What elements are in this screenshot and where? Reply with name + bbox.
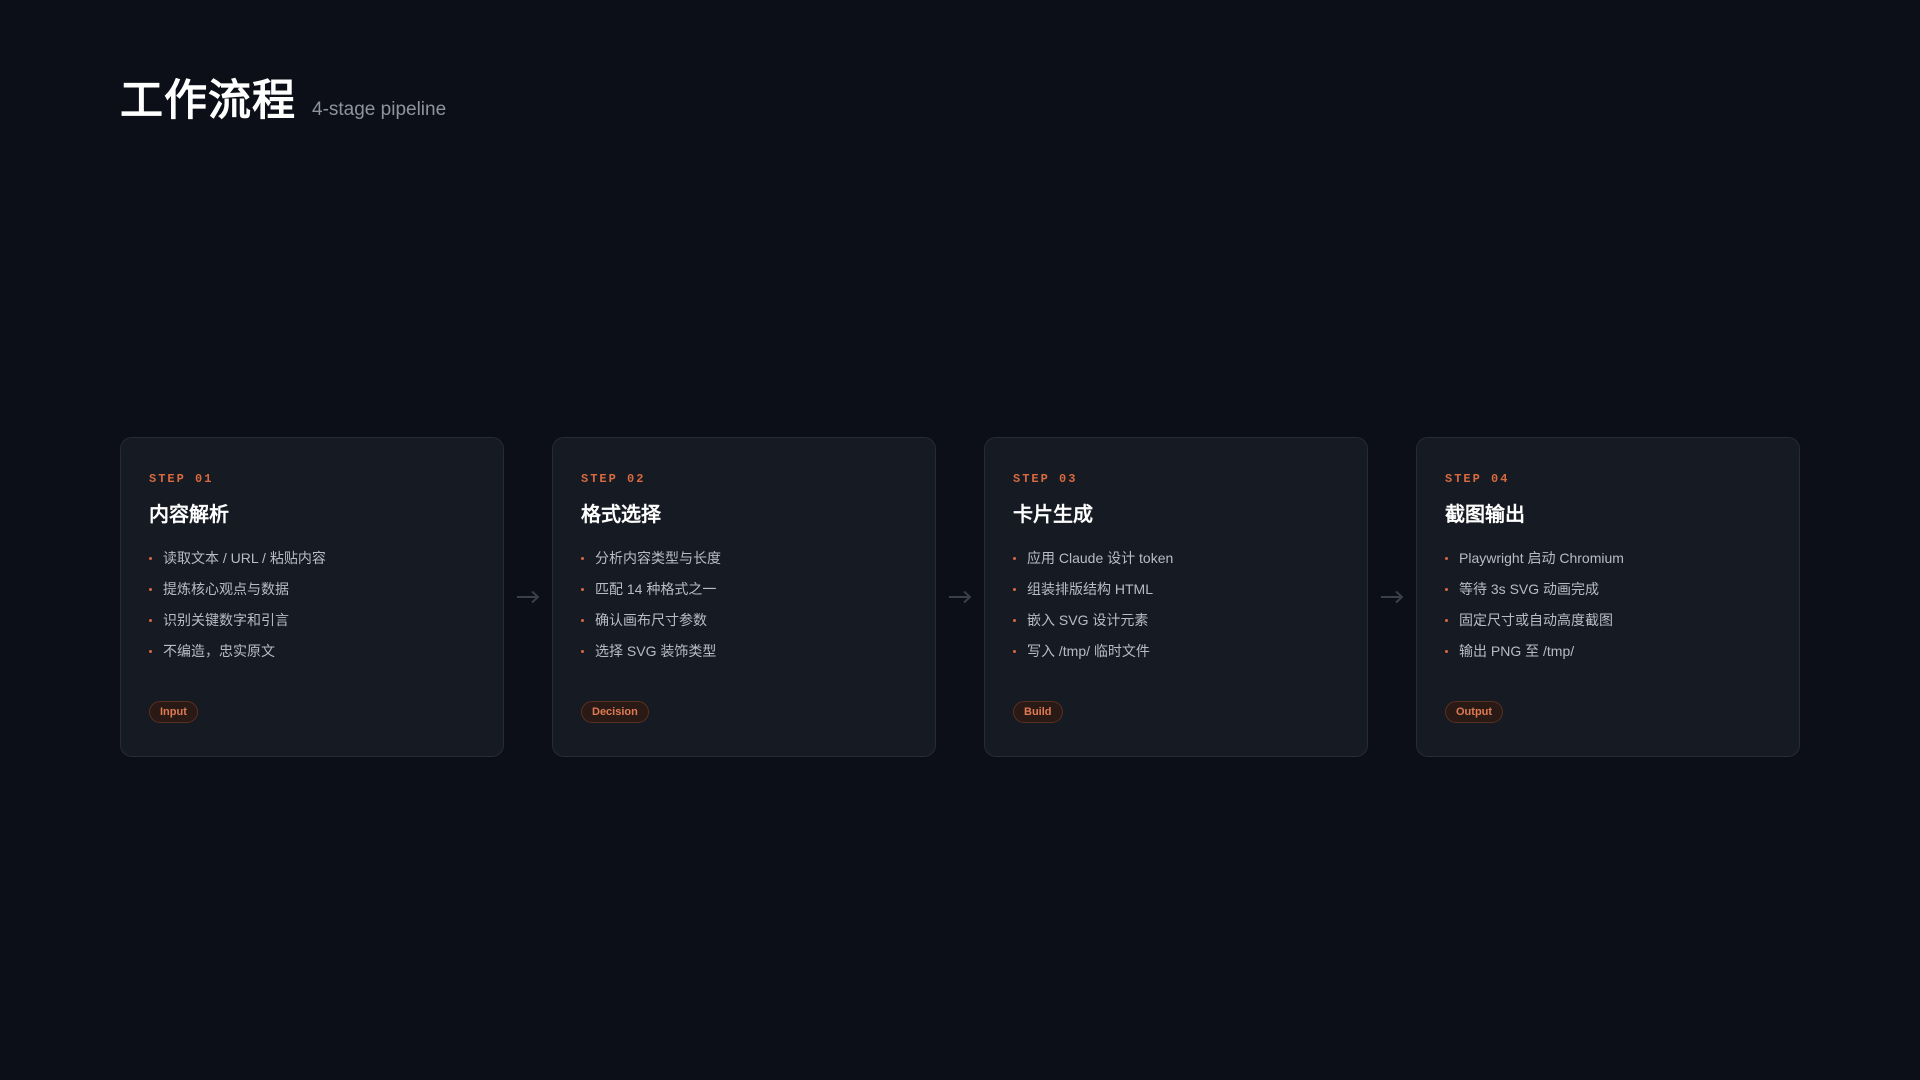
list-item-text: 识别关键数字和引言 <box>163 612 289 628</box>
step-tag: Decision <box>581 701 649 723</box>
step-tag: Output <box>1445 701 1504 723</box>
list-item-text: 分析内容类型与长度 <box>595 550 721 566</box>
step-label: STEP 02 <box>581 472 646 486</box>
bullet-dot-icon <box>581 619 584 622</box>
arrow-right-icon <box>504 437 552 757</box>
bullet-dot-icon <box>149 650 152 653</box>
list-item-text: 提炼核心观点与数据 <box>163 581 289 597</box>
list-item-text: 不编造，忠实原文 <box>163 643 275 659</box>
step-label: STEP 03 <box>1013 472 1078 486</box>
list-item-text: 固定尺寸或自动高度截图 <box>1459 612 1613 628</box>
list-item-text: 匹配 14 种格式之一 <box>595 581 717 597</box>
list-item: 等待 3s SVG 动画完成 <box>1445 580 1771 611</box>
list-item: 选择 SVG 装饰类型 <box>581 642 907 673</box>
bullet-dot-icon <box>1013 619 1016 622</box>
list-item: 嵌入 SVG 设计元素 <box>1013 611 1339 642</box>
arrow-right-icon <box>936 437 984 757</box>
bullet-dot-icon <box>581 650 584 653</box>
page-subtitle: 4-stage pipeline <box>312 99 447 120</box>
list-item: 识别关键数字和引言 <box>149 611 475 642</box>
list-item: 匹配 14 种格式之一 <box>581 580 907 611</box>
list-item: 分析内容类型与长度 <box>581 549 907 580</box>
step-items: 应用 Claude 设计 token 组装排版结构 HTML 嵌入 SVG 设计… <box>1013 549 1339 673</box>
step-card-4: STEP 04 截图输出 Playwright 启动 Chromium 等待 3… <box>1416 437 1800 757</box>
list-item: 写入 /tmp/ 临时文件 <box>1013 642 1339 673</box>
bullet-dot-icon <box>581 557 584 560</box>
step-tag: Build <box>1013 701 1063 723</box>
list-item: 应用 Claude 设计 token <box>1013 549 1339 580</box>
step-card-2: STEP 02 格式选择 分析内容类型与长度 匹配 14 种格式之一 确认画布尺… <box>552 437 936 757</box>
step-title: 格式选择 <box>581 504 661 526</box>
step-label: STEP 01 <box>149 472 214 486</box>
header: 工作流程 4-stage pipeline <box>120 66 446 128</box>
step-tag: Input <box>149 701 198 723</box>
list-item-text: 读取文本 / URL / 粘贴内容 <box>163 550 326 566</box>
list-item: 确认画布尺寸参数 <box>581 611 907 642</box>
list-item-text: 选择 SVG 装饰类型 <box>595 643 717 659</box>
list-item: 读取文本 / URL / 粘贴内容 <box>149 549 475 580</box>
list-item-text: 确认画布尺寸参数 <box>595 612 707 628</box>
bullet-dot-icon <box>149 557 152 560</box>
bullet-dot-icon <box>581 588 584 591</box>
bullet-dot-icon <box>1013 650 1016 653</box>
step-items: Playwright 启动 Chromium 等待 3s SVG 动画完成 固定… <box>1445 549 1771 673</box>
bullet-dot-icon <box>1445 650 1448 653</box>
list-item: Playwright 启动 Chromium <box>1445 549 1771 580</box>
list-item-text: Playwright 启动 Chromium <box>1459 550 1624 566</box>
bullet-dot-icon <box>1013 557 1016 560</box>
arrow-right-icon <box>1368 437 1416 757</box>
bullet-dot-icon <box>149 588 152 591</box>
list-item: 提炼核心观点与数据 <box>149 580 475 611</box>
step-title: 截图输出 <box>1445 504 1525 526</box>
list-item-text: 写入 /tmp/ 临时文件 <box>1027 643 1150 659</box>
list-item-text: 输出 PNG 至 /tmp/ <box>1459 643 1575 659</box>
step-items: 分析内容类型与长度 匹配 14 种格式之一 确认画布尺寸参数 选择 SVG 装饰… <box>581 549 907 673</box>
bullet-dot-icon <box>1013 588 1016 591</box>
step-title: 内容解析 <box>149 504 229 526</box>
step-card-1: STEP 01 内容解析 读取文本 / URL / 粘贴内容 提炼核心观点与数据… <box>120 437 504 757</box>
pipeline: STEP 01 内容解析 读取文本 / URL / 粘贴内容 提炼核心观点与数据… <box>120 437 1800 757</box>
list-item: 输出 PNG 至 /tmp/ <box>1445 642 1771 673</box>
bullet-dot-icon <box>1445 619 1448 622</box>
list-item-text: 等待 3s SVG 动画完成 <box>1459 581 1600 597</box>
list-item: 组装排版结构 HTML <box>1013 580 1339 611</box>
bullet-dot-icon <box>149 619 152 622</box>
list-item-text: 嵌入 SVG 设计元素 <box>1027 612 1149 628</box>
step-label: STEP 04 <box>1445 472 1510 486</box>
list-item: 固定尺寸或自动高度截图 <box>1445 611 1771 642</box>
bullet-dot-icon <box>1445 557 1448 560</box>
list-item-text: 应用 Claude 设计 token <box>1027 550 1174 566</box>
page-title: 工作流程 <box>120 77 296 125</box>
step-title: 卡片生成 <box>1013 504 1093 526</box>
list-item-text: 组装排版结构 HTML <box>1027 581 1153 597</box>
list-item: 不编造，忠实原文 <box>149 642 475 673</box>
step-items: 读取文本 / URL / 粘贴内容 提炼核心观点与数据 识别关键数字和引言 不编… <box>149 549 475 673</box>
step-card-3: STEP 03 卡片生成 应用 Claude 设计 token 组装排版结构 H… <box>984 437 1368 757</box>
bullet-dot-icon <box>1445 588 1448 591</box>
